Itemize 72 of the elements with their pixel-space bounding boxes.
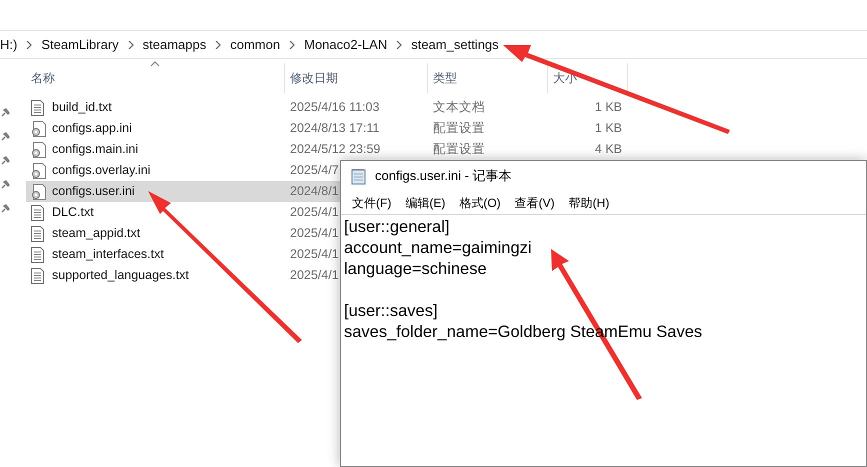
file-name: configs.app.ini [52, 120, 132, 138]
config-file-icon [31, 142, 46, 158]
pin-icon[interactable] [1, 108, 10, 117]
modified-date: 2025/4/1 [289, 204, 339, 222]
modified-date: 2024/8/13 17:11 [289, 120, 380, 138]
menu-item[interactable]: 查看(V) [510, 194, 560, 212]
pin-icon[interactable] [1, 156, 10, 165]
text-file-icon [31, 246, 44, 262]
breadcrumb-item[interactable]: steam_settings [411, 34, 499, 54]
file-row[interactable]: steam_appid.txt 2025/4/1 [26, 223, 340, 244]
text-file-icon [31, 204, 44, 220]
text-file-icon [31, 226, 44, 242]
chevron-icon [215, 40, 222, 48]
modified-date: 2024/8/1 [289, 183, 339, 200]
text-file-icon [31, 100, 44, 116]
file-type: 配置设置 [432, 120, 486, 138]
file-name: DLC.txt [52, 204, 94, 222]
config-file-icon [31, 162, 46, 178]
config-file-icon [31, 184, 46, 200]
file-name: configs.overlay.ini [52, 162, 150, 180]
modified-date: 2025/4/1 [289, 246, 339, 264]
sort-icon [150, 61, 160, 67]
text-line: language=schinese [344, 259, 487, 280]
text-line: [user::general] [344, 217, 450, 238]
file-row[interactable]: configs.overlay.ini 2025/4/7 [26, 160, 340, 181]
file-type: 文本文档 [432, 99, 486, 116]
file-name: steam_appid.txt [52, 225, 140, 242]
chevron-icon [289, 40, 296, 48]
column-header[interactable]: 修改日期 [285, 63, 428, 93]
menu-item[interactable]: 编辑(E) [400, 194, 450, 212]
file-size: 1 KB [594, 99, 622, 116]
breadcrumb-item[interactable]: SteamLibrary [41, 34, 119, 54]
column-header[interactable]: 名称 [26, 63, 285, 93]
text-line: [user::saves] [344, 301, 438, 322]
modified-date: 2025/4/1 [289, 225, 339, 242]
window-title: configs.user.ini - 记事本 [375, 167, 512, 186]
file-size: 4 KB [594, 141, 622, 158]
breadcrumb-item[interactable]: H:) [0, 34, 18, 54]
menu-item[interactable]: 格式(O) [454, 194, 506, 212]
modified-date: 2025/4/16 11:03 [289, 99, 380, 116]
menu-item[interactable]: 文件(F) [347, 194, 396, 212]
menu-item[interactable]: 帮助(H) [564, 194, 614, 212]
file-row[interactable]: configs.app.ini 2024/8/13 17:11 配置设置 1 KB [26, 118, 628, 139]
chevron-icon [26, 40, 32, 48]
chevron-icon [128, 40, 134, 48]
file-row[interactable]: configs.user.ini 2024/8/1 [26, 181, 340, 202]
file-name: supported_languages.txt [52, 267, 189, 284]
modified-date: 2024/5/12 23:59 [289, 141, 382, 158]
file-row[interactable]: configs.main.ini 2024/5/12 23:59 配置设置 4 KB [26, 139, 628, 160]
breadcrumb-item[interactable]: steamapps [142, 34, 206, 54]
file-type: 配置设置 [432, 141, 486, 158]
modified-date: 2025/4/1 [289, 267, 339, 284]
file-row[interactable]: supported_languages.txt 2025/4/1 [26, 265, 340, 286]
file-name: configs.user.ini [52, 183, 135, 200]
file-name: configs.main.ini [52, 141, 138, 158]
config-file-icon [31, 120, 46, 136]
file-size: 1 KB [594, 120, 622, 138]
file-row[interactable]: steam_interfaces.txt 2025/4/1 [26, 244, 340, 265]
file-name: steam_interfaces.txt [52, 246, 164, 264]
pin-icon[interactable] [1, 180, 10, 189]
breadcrumb-item[interactable]: common [230, 34, 280, 54]
pin-icon[interactable] [1, 132, 10, 141]
notepad-icon [351, 168, 367, 184]
text-file-icon [31, 268, 44, 284]
file-row[interactable]: build_id.txt 2025/4/16 11:03 文本文档 1 KB [26, 97, 628, 118]
modified-date: 2025/4/7 [289, 162, 339, 180]
chevron-icon [396, 40, 402, 48]
file-row[interactable]: DLC.txt 2025/4/1 [26, 202, 340, 223]
file-name: build_id.txt [52, 99, 112, 116]
pin-icon[interactable] [1, 204, 10, 213]
text-line: account_name=gaimingzi [344, 238, 532, 259]
breadcrumb-item[interactable]: Monaco2-LAN [304, 34, 388, 54]
